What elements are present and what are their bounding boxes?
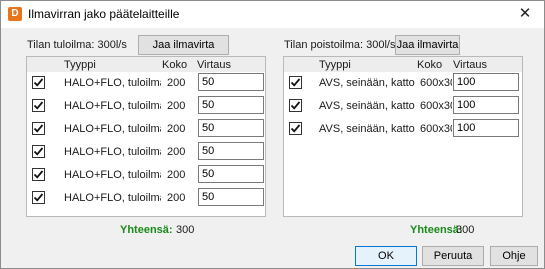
table-row: HALO+FLO, tuloilmahajotin 200 xyxy=(27,141,265,163)
check-icon xyxy=(33,124,44,133)
check-icon xyxy=(33,170,44,179)
row-flow-input[interactable] xyxy=(453,73,519,91)
table-row: AVS, seinään, kattoon 600x300 xyxy=(284,118,522,140)
row-checkbox[interactable] xyxy=(32,191,45,204)
supply-air-label: Tilan tuloilma: 300l/s xyxy=(27,39,127,51)
row-flow-input[interactable] xyxy=(198,73,264,91)
row-size: 600x300 xyxy=(420,100,452,112)
row-flow-input[interactable] xyxy=(198,188,264,206)
row-size: 200 xyxy=(167,100,186,112)
column-header-size: Koko xyxy=(162,59,188,71)
exhaust-table-header: Tyyppi Koko Virtaus xyxy=(284,57,522,72)
row-size: 200 xyxy=(167,123,186,135)
row-size: 200 xyxy=(167,192,186,204)
row-flow-input[interactable] xyxy=(198,142,264,160)
row-size: 200 xyxy=(167,169,186,181)
supply-table-header: Tyyppi Koko Virtaus xyxy=(27,57,265,72)
dialog-window: D Ilmavirran jako päätelaitteille ✕ Tila… xyxy=(0,0,545,269)
row-checkbox[interactable] xyxy=(32,168,45,181)
check-icon xyxy=(33,78,44,87)
row-checkbox[interactable] xyxy=(32,76,45,89)
table-row: AVS, seinään, kattoon 600x300 xyxy=(284,72,522,94)
row-size: 200 xyxy=(167,77,186,89)
close-icon[interactable]: ✕ xyxy=(512,3,538,25)
help-button[interactable]: Ohje xyxy=(490,246,538,266)
row-flow-input[interactable] xyxy=(198,119,264,137)
row-type: AVS, seinään, kattoon xyxy=(319,77,415,89)
supply-total-value: 300 xyxy=(176,224,195,236)
row-type: HALO+FLO, tuloilmahajotin xyxy=(64,192,161,204)
row-checkbox[interactable] xyxy=(289,76,302,89)
exhaust-air-label: Tilan poistoilma: 300l/s xyxy=(284,39,396,51)
supply-distribute-button[interactable]: Jaa ilmavirta xyxy=(138,35,229,55)
row-type: AVS, seinään, kattoon xyxy=(319,123,415,135)
row-checkbox[interactable] xyxy=(32,145,45,158)
supply-header: Tilan tuloilma: 300l/s Jaa ilmavirta xyxy=(27,35,267,55)
cancel-button[interactable]: Peruuta xyxy=(422,246,484,266)
column-header-size: Koko xyxy=(417,59,443,71)
supply-terminal-table: Tyyppi Koko Virtaus HALO+FLO, tuloilmaha… xyxy=(26,56,266,217)
row-flow-input[interactable] xyxy=(453,119,519,137)
title-bar: D Ilmavirran jako päätelaitteille ✕ xyxy=(1,1,544,28)
table-row: HALO+FLO, tuloilmahajotin 200 xyxy=(27,72,265,94)
row-checkbox[interactable] xyxy=(32,122,45,135)
exhaust-total-label: Yhteensä: xyxy=(410,224,463,236)
row-flow-input[interactable] xyxy=(453,96,519,114)
row-flow-input[interactable] xyxy=(198,96,264,114)
row-type: HALO+FLO, tuloilmahajotin xyxy=(64,77,161,89)
row-checkbox[interactable] xyxy=(32,99,45,112)
exhaust-distribute-button[interactable]: Jaa ilmavirta xyxy=(395,35,460,55)
row-size: 200 xyxy=(167,146,186,158)
app-icon: D xyxy=(8,7,22,21)
row-type: HALO+FLO, tuloilmahajotin xyxy=(64,123,161,135)
exhaust-header: Tilan poistoilma: 300l/s Jaa ilmavirta xyxy=(284,35,524,55)
check-icon xyxy=(290,124,301,133)
table-row: HALO+FLO, tuloilmahajotin 200 xyxy=(27,187,265,209)
check-icon xyxy=(33,147,44,156)
row-checkbox[interactable] xyxy=(289,122,302,135)
exhaust-total-value: 300 xyxy=(456,224,475,236)
check-icon xyxy=(290,78,301,87)
table-row: HALO+FLO, tuloilmahajotin 200 xyxy=(27,164,265,186)
ok-button[interactable]: OK xyxy=(355,246,417,266)
check-icon xyxy=(290,101,301,110)
row-type: HALO+FLO, tuloilmahajotin xyxy=(64,100,161,112)
exhaust-terminal-table: Tyyppi Koko Virtaus AVS, seinään, kattoo… xyxy=(283,56,523,217)
column-header-flow: Virtaus xyxy=(197,59,232,71)
row-checkbox[interactable] xyxy=(289,99,302,112)
column-header-type: Tyyppi xyxy=(64,59,96,71)
row-size: 600x300 xyxy=(420,123,452,135)
column-header-type: Tyyppi xyxy=(319,59,351,71)
window-title: Ilmavirran jako päätelaitteille xyxy=(28,7,180,21)
supply-total-label: Yhteensä: xyxy=(120,224,173,236)
row-type: HALO+FLO, tuloilmahajotin xyxy=(64,146,161,158)
table-row: HALO+FLO, tuloilmahajotin 200 xyxy=(27,95,265,117)
row-type: HALO+FLO, tuloilmahajotin xyxy=(64,169,161,181)
table-row: AVS, seinään, kattoon 600x300 xyxy=(284,95,522,117)
column-header-flow: Virtaus xyxy=(453,59,488,71)
check-icon xyxy=(33,193,44,202)
row-flow-input[interactable] xyxy=(198,165,264,183)
check-icon xyxy=(33,101,44,110)
table-row: HALO+FLO, tuloilmahajotin 200 xyxy=(27,118,265,140)
row-type: AVS, seinään, kattoon xyxy=(319,100,415,112)
row-size: 600x300 xyxy=(420,77,452,89)
